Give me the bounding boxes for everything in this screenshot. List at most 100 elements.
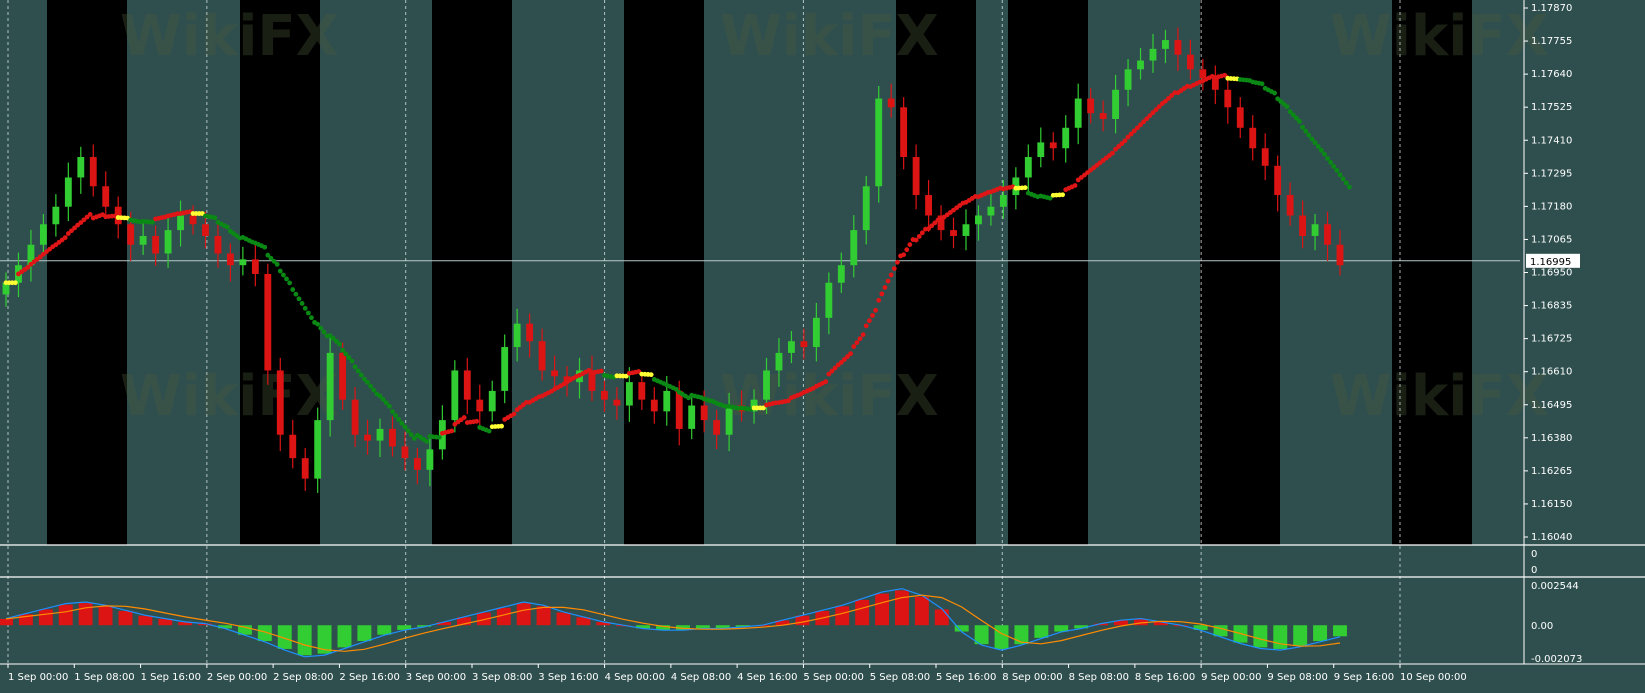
candle-body [925,195,933,216]
ma-dot [386,403,392,409]
candle-body [451,370,459,421]
ma-dot [499,423,504,429]
ma-dot [340,347,346,353]
ma-dot [1303,128,1309,134]
time-tick-label: 2 Sep 16:00 [339,672,399,683]
candle-body [999,195,1007,207]
candle-body [788,341,795,353]
ma-dot [365,379,370,385]
time-tick-label: 1 Sep 08:00 [74,672,134,683]
ma-dot [1346,184,1352,190]
time-tick-label: 3 Sep 00:00 [406,672,466,683]
candle-body [177,215,184,231]
ma-dot [916,234,922,239]
price-tick-label: 1.16265 [1531,466,1572,477]
ma-dot [343,351,349,357]
ma-dot [913,237,919,243]
histogram-bar [994,625,1009,649]
ma-dot [349,358,355,364]
session-band [1008,0,1088,545]
histogram-bar [38,609,53,626]
panel1-tick-label: 0 [1531,549,1537,560]
candle-body [601,390,608,400]
candle-body [64,177,72,207]
ma-dot [486,428,492,434]
candle-body [52,206,60,225]
candle-body [625,382,633,406]
candle-body [1236,107,1244,128]
candle-body [226,253,234,266]
price-tick-label: 1.17065 [1531,234,1572,245]
candle-body [102,186,110,207]
ma-dot [299,301,305,306]
candle-body [538,341,546,371]
candle-body [351,399,359,435]
ma-dot [424,439,430,444]
histogram-bar [556,612,571,626]
ma-dot [1110,150,1115,156]
histogram-bar [58,604,73,626]
ma-dot [274,261,280,267]
ma-dot [321,329,327,335]
ma-dot [1306,132,1312,138]
price-tick-label: 1.16040 [1531,532,1572,543]
ma-dot [337,341,342,347]
ma-dot [866,318,872,324]
candle-body [975,215,982,225]
price-tick-label: 1.16950 [1531,268,1572,279]
watermark-text: WikiFX [120,4,339,69]
ma-dot [12,280,18,286]
histogram-bar [1253,625,1268,648]
ma-dot [355,368,361,374]
session-band [432,0,512,545]
candle-body [763,370,770,400]
candle-body [513,323,521,348]
histogram-bar [118,610,133,626]
ma-dot [598,368,604,374]
histogram-bar [0,618,13,626]
candle-body [675,390,683,429]
candle-body [812,317,820,348]
ma-dot [405,428,411,434]
ma-dot [309,315,314,321]
panel2-tick-label: -0.002073 [1531,654,1582,665]
candle-body [1286,195,1294,216]
ma-dot [648,372,654,378]
trading-chart[interactable]: WikiFX WikiFX WikiFX WikiFX WikiFX WikiFX 1.1… [0,0,1645,689]
session-band [624,0,704,545]
candle-body [314,420,322,479]
candle-body [301,458,309,479]
ma-dot [919,230,925,236]
candle-body [1162,40,1169,49]
price-tick-label: 1.16725 [1531,334,1572,345]
chart-canvas[interactable]: WikiFX WikiFX WikiFXWikiFX WikiFX WikiFX 1.1… [0,0,1645,689]
candle-body [638,382,646,400]
candle-body [875,98,883,187]
ma-dot [302,305,308,311]
ma-dot [290,287,296,292]
candle-body [1099,113,1107,120]
histogram-bar [78,603,93,626]
candle-body [663,390,671,412]
ma-dot [1318,147,1324,153]
histogram-bar [795,615,810,626]
ma-dot [224,224,230,230]
candle-body [526,323,534,342]
price-tick-label: 1.16610 [1531,367,1572,378]
ma-dot [1312,140,1318,146]
time-tick-label: 4 Sep 00:00 [605,672,665,683]
histogram-bar [1034,625,1049,638]
time-tick-label: 3 Sep 16:00 [538,672,598,683]
price-tick-label: 1.17410 [1531,135,1572,146]
ma-dot [823,379,829,385]
time-tick-label: 1 Sep 16:00 [141,672,201,683]
candle-body [89,157,97,187]
ma-dot [1072,183,1078,188]
ma-dot [901,252,907,258]
candle-body [164,230,172,254]
ma-dot [1297,118,1302,124]
ma-dot [1322,151,1327,157]
ma-dot [358,372,364,378]
ma-dot [1334,167,1340,173]
candle-body [1062,127,1070,149]
